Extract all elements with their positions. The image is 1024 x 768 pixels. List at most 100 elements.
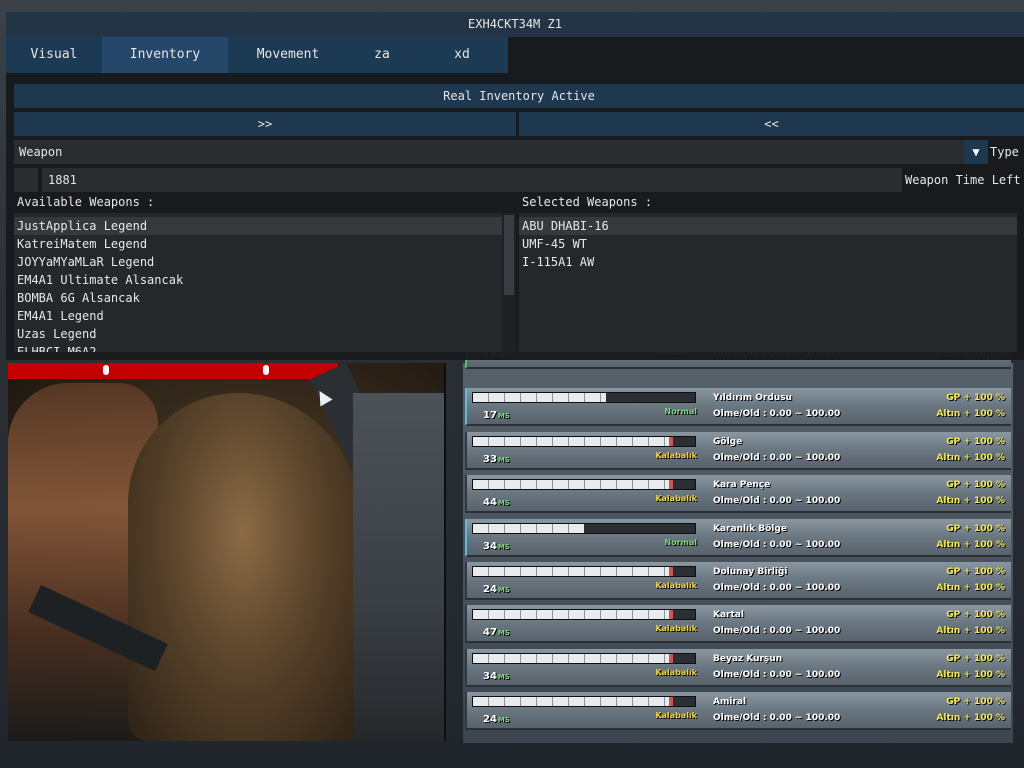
selected-weapons-title: Selected Weapons : <box>522 195 653 209</box>
weapon-time-label: Weapon Time Left <box>905 173 1021 187</box>
room-capacity-bar <box>472 652 696 664</box>
room-ping: 34MS <box>483 540 510 552</box>
selected-weapons-list[interactable]: ABU DHABI-16 UMF-45 WT I-115A1 AW <box>519 213 1017 352</box>
cheat-menu-window: EXH4CKT34M Z1 Visual Inventory Movement … <box>6 12 1024 360</box>
real-inventory-button[interactable]: Real Inventory Active <box>14 84 1024 108</box>
room-kd-ratio: Olme/Old : 0.00 ~ 100.00 <box>713 452 841 463</box>
room-gold-bonus: Altın + 100 % <box>936 496 1005 507</box>
room-gp-bonus: GP + 100 % <box>946 610 1005 621</box>
room-gp-bonus: GP + 100 % <box>946 480 1005 491</box>
room-kd-ratio: Olme/Old : 0.00 ~ 100.00 <box>713 713 841 724</box>
type-label: Type <box>990 145 1019 159</box>
room-kd-ratio: Olme/Old : 0.00 ~ 100.00 <box>713 626 841 637</box>
weapon-list-item[interactable]: Uzas Legend <box>14 325 516 343</box>
scrollbar-thumb[interactable] <box>504 215 514 295</box>
weapon-list-item[interactable]: JOYYaMYaMLaR Legend <box>14 253 516 271</box>
weapon-list-item[interactable]: BOMBA 6G Alsancak <box>14 289 516 307</box>
room-kd-ratio: Olme/Old : 0.00 ~ 100.00 <box>713 409 841 420</box>
room-mode: Kalabalık <box>655 624 697 634</box>
room-mode: Normal <box>664 537 697 547</box>
available-weapons-list[interactable]: JustApplica Legend KatreiMatem Legend JOYY… <box>14 213 516 352</box>
dropdown-arrow-icon[interactable]: ▼ <box>964 140 988 164</box>
next-button[interactable]: >> <box>14 112 516 136</box>
health-bar <box>8 363 338 379</box>
room-name: Yıldırım Ordusu <box>713 393 792 404</box>
room-ping: 33MS <box>483 453 510 465</box>
room-gp-bonus: GP + 100 % <box>946 697 1005 708</box>
room-card[interactable]: 24MS Kalabalık Dolunay Birliği Olme/Old : 0… <box>465 562 1011 600</box>
room-name: Kartal <box>713 610 744 621</box>
weapon-list-item[interactable]: I-115A1 AW <box>519 253 1017 271</box>
room-capacity-bar <box>472 479 696 491</box>
soldier-character-art <box>353 393 444 741</box>
room-mode: Kalabalık <box>655 667 697 677</box>
weapon-list-item[interactable]: KatreiMatem Legend <box>14 235 516 253</box>
room-name: Gölge <box>713 436 743 447</box>
room-name: Dolunay Birliği <box>713 567 788 577</box>
room-gp-bonus: GP + 100 % <box>946 653 1005 664</box>
weapon-time-input[interactable]: 1881 <box>42 168 902 192</box>
scrollbar[interactable] <box>502 213 516 352</box>
tab-movement[interactable]: Movement <box>228 37 348 73</box>
room-mode: Normal <box>664 407 697 417</box>
room-capacity-bar <box>472 566 696 577</box>
room-list: 15MSKalabalıkOlme/Old : 0.00 ~ 100.00Alt… <box>463 345 1013 743</box>
room-gold-bonus: Altın + 100 % <box>936 669 1005 680</box>
room-card[interactable]: 24MS Kalabalık Amiral Olme/Old : 0.00 ~ 100… <box>465 692 1011 731</box>
tab-bar: Visual Inventory Movement za xd <box>6 37 1024 73</box>
weapon-list-item[interactable]: EM4A1 Ultimate Alsancak <box>14 271 516 289</box>
room-capacity-bar <box>472 435 696 447</box>
room-kd-ratio: Olme/Old : 0.00 ~ 100.00 <box>713 583 841 593</box>
room-mode: Kalabalık <box>655 711 697 721</box>
room-name: Karanlık Bölge <box>713 523 787 534</box>
room-gp-bonus: GP + 100 % <box>946 567 1005 577</box>
room-kd-ratio: Olme/Old : 0.00 ~ 100.00 <box>713 496 841 507</box>
room-mode: Kalabalık <box>655 494 697 504</box>
room-capacity-bar <box>472 609 696 621</box>
tab-visual[interactable]: Visual <box>6 37 102 73</box>
tab-za[interactable]: za <box>348 37 416 73</box>
type-select-value: Weapon <box>19 145 63 159</box>
weapon-list-item[interactable]: JustApplica Legend <box>14 217 516 235</box>
room-capacity-bar <box>472 392 696 404</box>
room-ping: 24MS <box>483 714 510 726</box>
weapon-list-item[interactable]: EM4A1 Legend <box>14 307 516 325</box>
room-ping: 47MS <box>483 627 510 639</box>
room-card[interactable]: 33MS Kalabalık Gölge Olme/Old : 0.00 ~ 100.… <box>465 431 1011 470</box>
weapon-list-item[interactable]: ABU DHABI-16 <box>519 217 1017 235</box>
room-gold-bonus: Altın + 100 % <box>936 583 1005 593</box>
room-kd-ratio: Olme/Old : 0.00 ~ 100.00 <box>713 539 841 550</box>
previous-button[interactable]: << <box>519 112 1024 136</box>
room-ping: 44MS <box>483 497 510 509</box>
weapon-list-item[interactable]: ELHBCI M6A2 <box>14 343 516 352</box>
tab-xd[interactable]: xd <box>416 37 508 73</box>
room-ping: 17MS <box>483 410 510 422</box>
room-card[interactable]: 34MS Kalabalık Beyaz Kurşun Olme/Old : 0.00… <box>465 648 1011 687</box>
weapon-list-item[interactable]: UMF-45 WT <box>519 235 1017 253</box>
room-gp-bonus: GP + 100 % <box>946 393 1005 404</box>
room-gold-bonus: Altın + 100 % <box>936 626 1005 637</box>
room-ping: 24MS <box>483 584 510 595</box>
room-name: Beyaz Kurşun <box>713 653 783 664</box>
room-mode: Kalabalık <box>655 581 697 590</box>
available-weapons-title: Available Weapons : <box>17 195 155 209</box>
room-card[interactable]: 44MS Kalabalık Kara Pençe Olme/Old : 0.00 ~… <box>465 475 1011 514</box>
type-select[interactable]: Weapon ▼ <box>14 140 988 164</box>
room-card[interactable]: 34MS Normal Karanlık Bölge Olme/Old : 0.00 … <box>465 518 1011 557</box>
window-title: EXH4CKT34M Z1 <box>6 12 1024 37</box>
room-name: Amiral <box>713 697 747 708</box>
room-card[interactable]: 17MS Normal Yıldırım Ordusu Olme/Old : 0.00… <box>465 388 1011 427</box>
room-gp-bonus: GP + 100 % <box>946 436 1005 447</box>
room-gold-bonus: Altın + 100 % <box>936 409 1005 420</box>
room-gold-bonus: Altın + 100 % <box>936 713 1005 724</box>
room-gp-bonus: GP + 100 % <box>946 523 1005 534</box>
werewolf-character-art <box>128 393 358 741</box>
character-artwork <box>8 363 446 741</box>
room-gold-bonus: Altın + 100 % <box>936 452 1005 463</box>
time-checkbox[interactable] <box>14 168 38 192</box>
room-card[interactable]: 47MS Kalabalık Kartal Olme/Old : 0.00 ~ 100… <box>465 605 1011 644</box>
tab-inventory[interactable]: Inventory <box>102 37 228 73</box>
room-ping: 34MS <box>483 670 510 682</box>
room-mode: Kalabalık <box>655 450 697 460</box>
room-capacity-bar <box>472 696 696 708</box>
